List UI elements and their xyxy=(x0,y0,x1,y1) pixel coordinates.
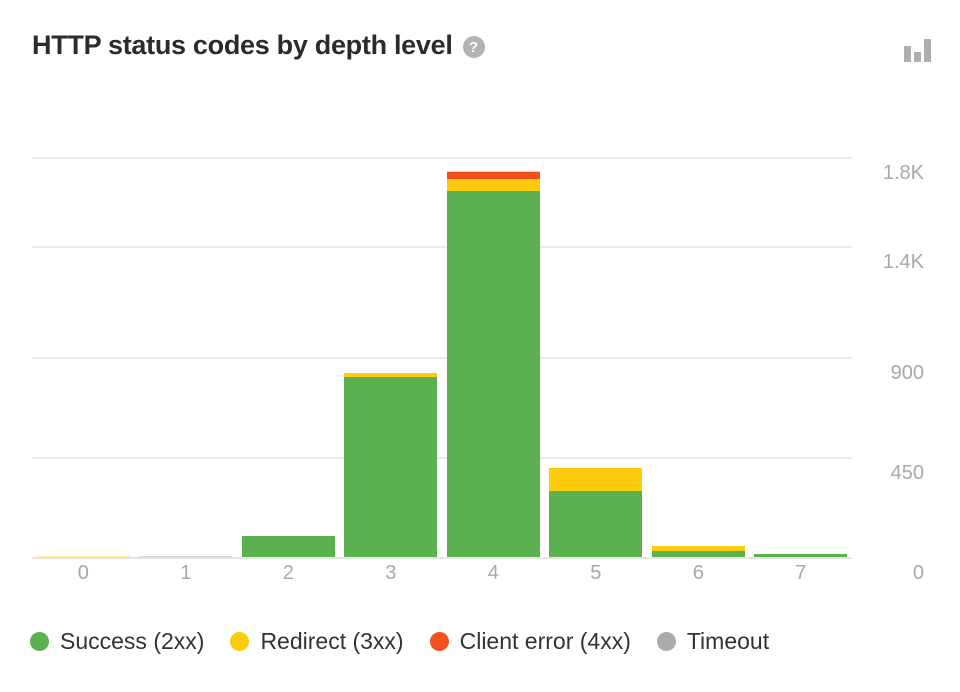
legend-label: Redirect (3xx) xyxy=(260,628,404,654)
page-title: HTTP status codes by depth level xyxy=(32,30,453,60)
x-axis-tick-label: 7 xyxy=(795,562,807,584)
x-axis: 0 1 2 3 4 5 6 7 xyxy=(32,562,852,592)
bar-chart-icon-bar-1 xyxy=(904,46,911,62)
bar-segment-success-2xx xyxy=(446,191,540,557)
bar-group-depth-7[interactable] xyxy=(754,554,848,557)
bar-chart-icon-bar-3 xyxy=(924,39,931,62)
legend-swatch-client-error-icon xyxy=(429,632,449,651)
x-axis-tick-label: 6 xyxy=(692,562,704,584)
x-axis-tick-label: 2 xyxy=(282,562,294,584)
bar-group-depth-2[interactable] xyxy=(241,536,335,557)
x-axis-tick-label: 1 xyxy=(180,562,192,584)
bar-segment-redirect-3xx xyxy=(36,555,130,557)
http-status-chart-card: HTTP status codes by depth level ? 1.8K 1… xyxy=(0,0,960,692)
chart-header: HTTP status codes by depth level ? xyxy=(0,0,960,100)
bar-chart-icon[interactable] xyxy=(904,36,932,62)
legend-item-client-error[interactable]: Client error (4xx) xyxy=(429,628,631,655)
legend-label: Success (2xx) xyxy=(60,628,205,654)
bar-group-depth-4[interactable] xyxy=(446,171,540,557)
legend-item-success[interactable]: Success (2xx) xyxy=(30,628,204,655)
bar-segment-success-2xx xyxy=(241,536,335,557)
bar-segment-success-2xx xyxy=(754,554,848,557)
legend-item-timeout[interactable]: Timeout xyxy=(656,628,770,655)
x-axis-tick-label: 0 xyxy=(77,562,89,584)
legend-label: Client error (4xx) xyxy=(459,628,631,654)
bar-segment-redirect-3xx xyxy=(446,179,540,192)
legend-swatch-timeout-icon xyxy=(656,632,676,651)
help-circle-icon[interactable]: ? xyxy=(462,36,485,58)
bar-group-depth-6[interactable] xyxy=(651,546,745,557)
bar-segment-timeout xyxy=(446,171,540,173)
legend-swatch-success-icon xyxy=(30,632,49,651)
x-axis-tick-label: 4 xyxy=(487,562,499,584)
bar-segment-success-2xx xyxy=(651,551,745,557)
bar-group-depth-0[interactable] xyxy=(36,555,130,557)
chart-legend: Success (2xx) Redirect (3xx) Client error … xyxy=(30,628,769,655)
legend-label: Timeout xyxy=(686,628,770,654)
x-axis-tick-label: 3 xyxy=(385,562,397,584)
x-axis-tick-label: 5 xyxy=(590,562,602,584)
bar-segment-redirect-3xx xyxy=(549,467,643,492)
bar-segment-timeout xyxy=(139,555,233,557)
bar-group-depth-3[interactable] xyxy=(344,372,438,557)
legend-item-redirect[interactable]: Redirect (3xx) xyxy=(230,628,404,655)
legend-swatch-redirect-icon xyxy=(230,632,250,651)
bar-segment-success-2xx xyxy=(344,376,438,557)
bar-series-layer xyxy=(32,150,852,557)
bar-segment-client-error-4xx xyxy=(446,172,540,180)
bar-chart-icon-bar-2 xyxy=(914,52,921,62)
bar-group-depth-1[interactable] xyxy=(139,555,233,557)
bar-segment-success-2xx xyxy=(549,491,643,557)
title-area: HTTP status codes by depth level ? xyxy=(32,30,485,61)
gridline-0 xyxy=(32,557,852,559)
bar-group-depth-5[interactable] xyxy=(549,467,643,557)
